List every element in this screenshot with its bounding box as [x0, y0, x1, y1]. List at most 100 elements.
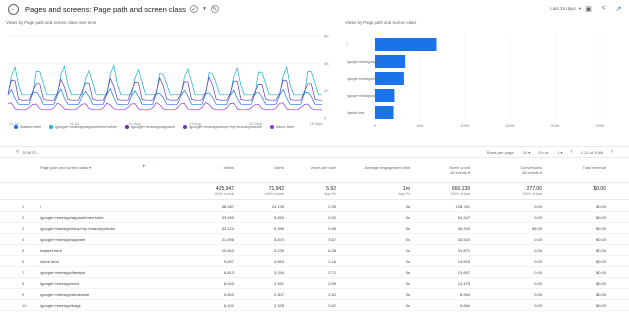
cell-path[interactable]: /google+redesign/apparel/men's/tee: [40, 215, 104, 220]
check-icon[interactable]: ✓: [189, 5, 198, 13]
header-event-count-filter[interactable]: All events ▾: [420, 170, 470, 175]
add-dimension-button[interactable]: +: [142, 164, 146, 170]
cell-rev: $0.00: [595, 259, 606, 264]
y-tick-label: 6K: [324, 34, 329, 39]
chevron-down-icon: ▾: [578, 6, 581, 11]
x-tick-label: 50K: [416, 123, 423, 128]
cell-rev: $0.00: [595, 248, 606, 253]
cell-users: 5,396: [273, 226, 284, 231]
cell-eng: 0s: [405, 204, 410, 209]
series-line: [7, 64, 322, 96]
goto-label: Go to:: [538, 149, 550, 155]
cell-path[interactable]: /store.html: [40, 259, 59, 264]
legend-item[interactable]: /store.html: [269, 124, 294, 129]
table-toolbar: ⚲ Search... Rows per page: 10 ▾ Go to: 1…: [0, 146, 629, 158]
cell-eng: 0s: [405, 226, 410, 231]
header-users[interactable]: Users: [240, 165, 284, 170]
table-row[interactable]: 1 / 68,287 23,135 2.95 0s 108,761 0.00 $0.00: [0, 201, 629, 212]
cell-rank: 3: [22, 226, 25, 231]
cell-path[interactable]: /basket.html: [40, 248, 62, 253]
legend-dot: [48, 124, 53, 129]
cell-conv: 0.00: [534, 281, 542, 286]
goto-select[interactable]: 1 ▾: [557, 150, 562, 155]
totals-row: 425,347 100% of total 71,942 100% of total…: [0, 184, 629, 200]
cell-rev: $0.00: [595, 303, 606, 308]
category-label: /basket.html: [347, 111, 364, 115]
header-views[interactable]: ↓ Views: [190, 165, 234, 170]
rows-per-page-select[interactable]: 10 ▾: [523, 150, 531, 155]
cell-users: 2,307: [273, 292, 284, 297]
total-users: 71,942 100% of total: [240, 186, 284, 196]
cell-path[interactable]: /google+redesign/new: [40, 281, 79, 286]
cell-path[interactable]: /google+redesign/apparel: [40, 237, 85, 242]
cell-path[interactable]: /: [40, 204, 41, 209]
table-row[interactable]: 5/basket.html 20,642 3,235 6.38 0s 31,871 0.00…: [0, 245, 629, 256]
cell-users: 23,135: [271, 204, 284, 209]
share-icon[interactable]: <: [599, 4, 608, 13]
legend-item[interactable]: /google+redesign/apparel/men's/tee: [48, 124, 117, 129]
cell-events: 13,697: [457, 270, 470, 275]
header-conversions[interactable]: Conversions All events ▾: [492, 165, 542, 175]
edit-icon[interactable]: ✎: [210, 5, 219, 13]
compare-icon[interactable]: ▣: [584, 4, 593, 13]
table-row[interactable]: 8/google+redesign/new 8,043 2,991 2.69 0s 12,…: [0, 278, 629, 289]
header-dimension[interactable]: Page path and screen class ▾: [40, 165, 91, 170]
cell-users: 5,653: [273, 215, 284, 220]
x-tick-label: 250K: [595, 123, 605, 128]
header-views-per-user[interactable]: Views per user: [280, 165, 336, 170]
header-event-count[interactable]: Event count All events ▾: [420, 165, 470, 175]
cell-events: 49,293: [457, 226, 470, 231]
table-row[interactable]: 2/google+redesign/apparel/men's/tee 33,45…: [0, 212, 629, 223]
table-row[interactable]: 4/google+redesign/apparel 21,598 5,874 3.67…: [0, 234, 629, 245]
next-page-icon[interactable]: ›: [611, 149, 613, 155]
search-box[interactable]: ⚲ Search...: [16, 149, 40, 155]
cell-path[interactable]: /google+redesign/lifestyle: [40, 270, 85, 275]
legend-dot: [124, 124, 129, 129]
category-label: /google+redesign/appar: [347, 94, 382, 98]
cell-rank: 5: [22, 248, 25, 253]
header-revenue[interactable]: Total revenue: [556, 165, 606, 170]
legend-label: /google+redesign/apparel/men's/tee: [54, 124, 117, 129]
table-row[interactable]: 9/google+redesign/drinkware 5,803 2,307 2.5…: [0, 289, 629, 300]
cell-eng: 0s: [405, 292, 410, 297]
table-row[interactable]: 10/google+redesign/bags 6,102 2,325 2.62 0s 9…: [0, 300, 629, 311]
legend-item[interactable]: /basket.html: [14, 124, 41, 129]
table-row[interactable]: 7/google+redesign/lifestyle 8,813 3,244 2.7…: [0, 267, 629, 278]
table-row[interactable]: 3/google+redesign/shop+by+brand/youtube 3…: [0, 223, 629, 234]
cell-path[interactable]: /google+redesign/shop+by+brand/youtube: [40, 226, 115, 231]
back-button[interactable]: ←: [8, 3, 19, 15]
cell-views: 8,043: [223, 281, 234, 286]
x-tick-label: 200K: [550, 123, 560, 128]
cell-path[interactable]: /google+redesign/drinkware: [40, 292, 89, 297]
goto-value: 1: [557, 149, 560, 155]
cell-conv: 0.00: [534, 303, 542, 308]
line-chart-title: Views by Page path and screen class over…: [6, 20, 97, 25]
table-row[interactable]: 6/store.html 9,837 4,553 2.16 0s 14,818 0.00 $0…: [0, 256, 629, 267]
bar-chart: 0 50K 100K 150K 200K 250K / /google+redesign/ap…: [347, 34, 605, 128]
header-conversions-filter[interactable]: All events ▾: [492, 170, 542, 175]
cell-conv: 0.00: [534, 270, 542, 275]
legend-item[interactable]: /google+redesign/apparel: [124, 124, 175, 129]
cell-views: 5,803: [223, 292, 234, 297]
header-engagement[interactable]: Average engagement time: [340, 165, 410, 170]
cell-path[interactable]: /google+redesign/bags: [40, 303, 81, 308]
legend-item[interactable]: /google+redesign/shop+by+brand/youtube: [182, 124, 262, 129]
total-views: 425,347 100% of total: [190, 186, 234, 196]
cell-users: 4,553: [273, 259, 284, 264]
cell-rev: $0.00: [595, 292, 606, 297]
date-range-text: Last 28 days: [550, 6, 576, 11]
prev-page-icon[interactable]: ‹: [571, 149, 573, 155]
chevron-down-icon[interactable]: ▼: [202, 6, 207, 12]
insights-icon[interactable]: ↗: [614, 4, 623, 13]
date-range-picker[interactable]: Last 28 days ▾: [550, 6, 581, 12]
cell-conv: 65.00: [531, 226, 542, 231]
cell-rank: 7: [22, 270, 25, 275]
series-line: [7, 101, 322, 111]
total-conversions: 277.00 100% of total: [492, 186, 542, 196]
chart-legend: /basket.html/google+redesign/apparel/men…: [14, 124, 294, 129]
cell-eng: 0s: [405, 303, 410, 308]
header-views-label: Views: [223, 165, 234, 170]
search-input[interactable]: Search...: [22, 150, 40, 155]
conversions-filter-label: All events: [522, 170, 539, 175]
total-revenue-value: $0.00: [593, 186, 606, 192]
